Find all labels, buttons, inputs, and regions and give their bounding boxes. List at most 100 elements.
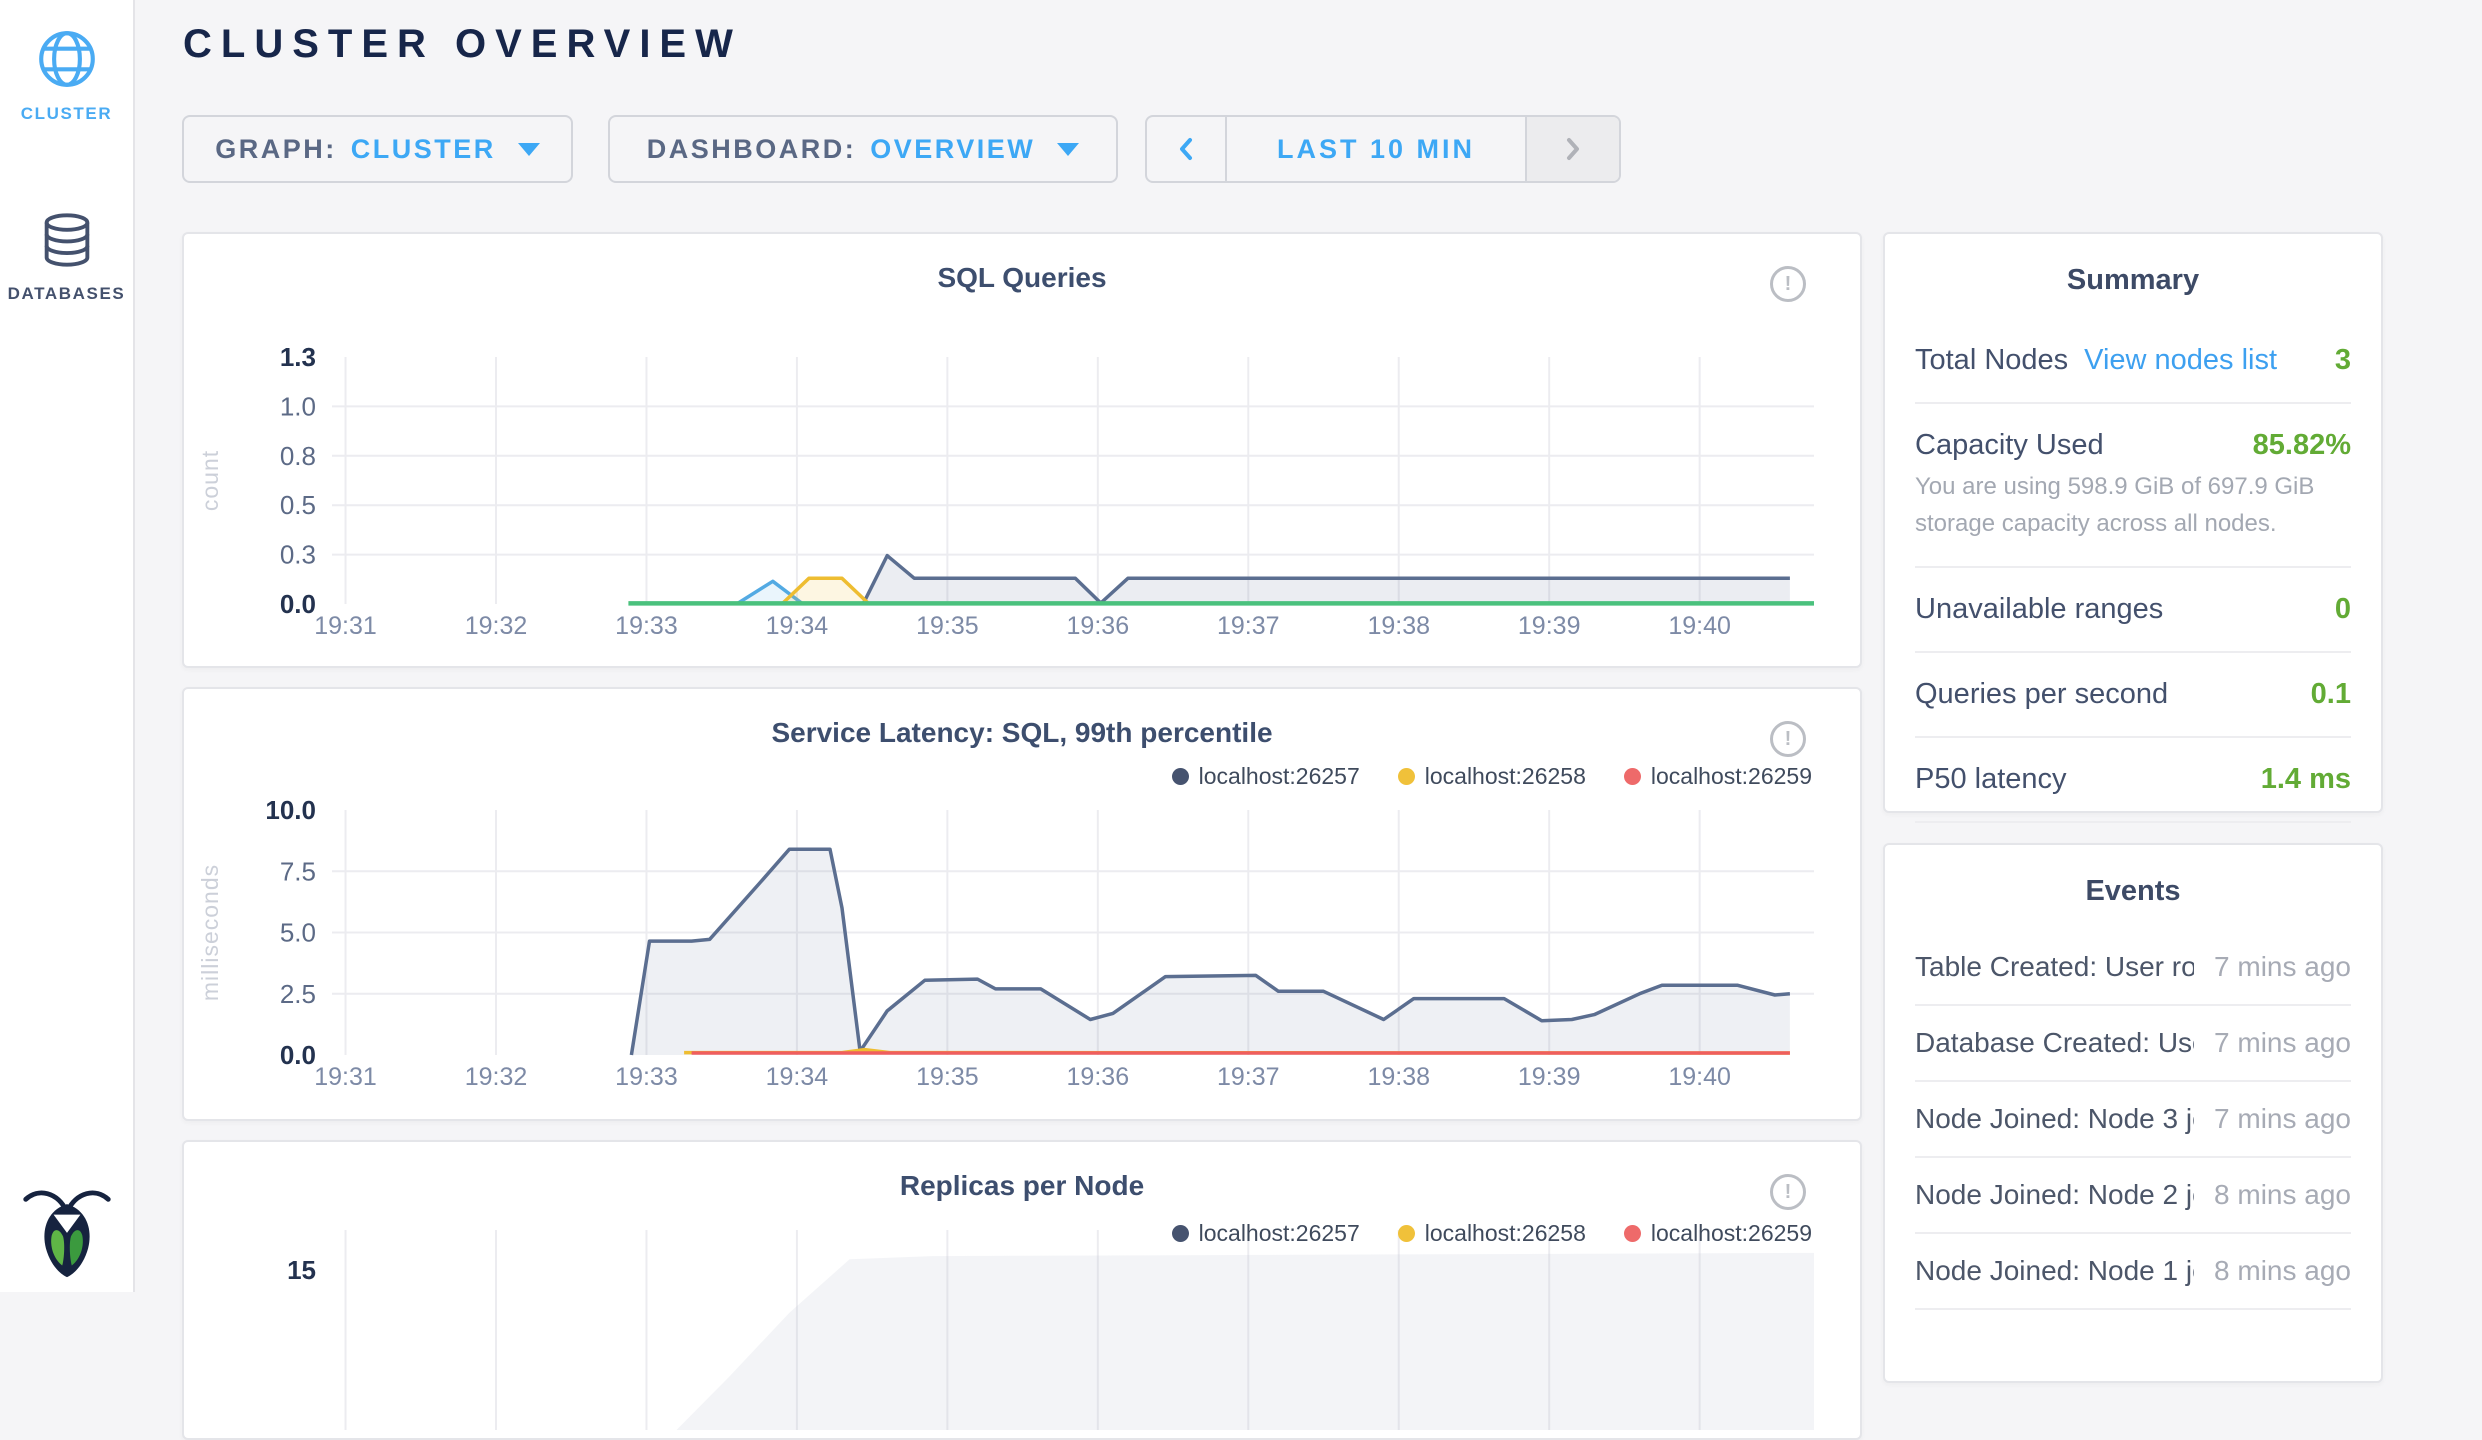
controls-bar: GRAPH: CLUSTER DASHBOARD: OVERVIEW LAST … <box>182 115 1621 183</box>
total-nodes-label: Total Nodes <box>1915 344 2068 377</box>
svg-text:19:33: 19:33 <box>615 612 678 640</box>
summary-row-capacity: Capacity Used 85.82% You are using 598.9… <box>1915 404 2351 568</box>
summary-panel: Summary Total Nodes View nodes list 3 Ca… <box>1883 232 2383 813</box>
graph-dropdown-value: CLUSTER <box>351 134 496 165</box>
unavailable-ranges-value: 0 <box>2335 593 2351 626</box>
event-row: Node Joined: Node 2 joined... 8 mins ago <box>1915 1158 2351 1234</box>
chart-title: Service Latency: SQL, 99th percentile <box>184 717 1860 749</box>
svg-text:1.0: 1.0 <box>280 391 316 421</box>
legend-item[interactable]: localhost:26257 <box>1172 1220 1360 1247</box>
svg-text:19:35: 19:35 <box>916 612 979 640</box>
legend-dot-icon <box>1624 768 1641 785</box>
svg-text:0.8: 0.8 <box>280 441 316 471</box>
view-nodes-list-link[interactable]: View nodes list <box>2084 344 2277 377</box>
svg-text:19:34: 19:34 <box>766 1063 829 1091</box>
time-window-label[interactable]: LAST 10 MIN <box>1227 117 1525 181</box>
event-text: Database Created: User roo... <box>1915 1027 2194 1059</box>
chart-legend: localhost:26257 localhost:26258 localhost:… <box>1172 763 1812 790</box>
chevron-right-icon <box>1563 133 1583 165</box>
event-row: Node Joined: Node 3 joined... 7 mins ago <box>1915 1082 2351 1158</box>
sidebar-item-label: DATABASES <box>8 284 126 304</box>
svg-text:0.0: 0.0 <box>280 1040 316 1070</box>
time-prev-button[interactable] <box>1147 117 1227 181</box>
event-row: Database Created: User roo... 7 mins ago <box>1915 1006 2351 1082</box>
capacity-used-value: 85.82% <box>2253 429 2351 462</box>
svg-text:15: 15 <box>287 1255 316 1285</box>
svg-text:19:39: 19:39 <box>1518 612 1581 640</box>
summary-row-qps: Queries per second 0.1 <box>1915 653 2351 738</box>
chart-title: SQL Queries <box>184 262 1860 294</box>
legend-label: localhost:26259 <box>1651 763 1812 790</box>
svg-text:19:36: 19:36 <box>1067 1063 1130 1091</box>
svg-text:19:36: 19:36 <box>1067 612 1130 640</box>
svg-text:7.5: 7.5 <box>280 856 316 886</box>
event-time: 8 mins ago <box>2214 1179 2351 1211</box>
legend-label: localhost:26258 <box>1425 763 1586 790</box>
total-nodes-value: 3 <box>2335 344 2351 377</box>
svg-text:5.0: 5.0 <box>280 918 316 948</box>
globe-icon <box>34 26 100 92</box>
event-time: 7 mins ago <box>2214 1027 2351 1059</box>
svg-text:2.5: 2.5 <box>280 979 316 1009</box>
legend-dot-icon <box>1398 1225 1415 1242</box>
p50-latency-label: P50 latency <box>1915 763 2067 796</box>
legend-dot-icon <box>1172 768 1189 785</box>
sql-queries-chart[interactable]: 19:3119:3219:3319:3419:3519:3619:3719:38… <box>184 234 1862 668</box>
events-panel: Events Table Created: User root cre... 7… <box>1883 843 2383 1383</box>
chevron-down-icon <box>518 143 540 156</box>
svg-text:milliseconds: milliseconds <box>197 864 223 1001</box>
svg-text:19:38: 19:38 <box>1367 612 1430 640</box>
capacity-used-label: Capacity Used <box>1915 429 2104 462</box>
sidebar-item-label: CLUSTER <box>21 104 112 124</box>
info-icon[interactable]: ! <box>1770 721 1806 757</box>
legend-label: localhost:26259 <box>1651 1220 1812 1247</box>
event-text: Node Joined: Node 2 joined... <box>1915 1179 2194 1211</box>
graph-dropdown-label: GRAPH: <box>215 134 337 165</box>
legend-item[interactable]: localhost:26259 <box>1624 763 1812 790</box>
legend-label: localhost:26257 <box>1199 763 1360 790</box>
chart-legend: localhost:26257 localhost:26258 localhost:… <box>1172 1220 1812 1247</box>
info-icon[interactable]: ! <box>1770 266 1806 302</box>
qps-label: Queries per second <box>1915 678 2168 711</box>
events-title: Events <box>1885 875 2381 908</box>
svg-text:19:38: 19:38 <box>1367 1063 1430 1091</box>
svg-text:19:37: 19:37 <box>1217 612 1280 640</box>
chevron-down-icon <box>1057 143 1079 156</box>
legend-dot-icon <box>1624 1225 1641 1242</box>
service-latency-card: Service Latency: SQL, 99th percentile ! … <box>182 687 1862 1121</box>
legend-dot-icon <box>1172 1225 1189 1242</box>
legend-item[interactable]: localhost:26258 <box>1398 1220 1586 1247</box>
event-row: Table Created: User root cre... 7 mins a… <box>1915 930 2351 1006</box>
event-row: Node Joined: Node 1 joined... 8 mins ago <box>1915 1234 2351 1310</box>
time-next-button[interactable] <box>1525 117 1619 181</box>
legend-item[interactable]: localhost:26257 <box>1172 763 1360 790</box>
svg-text:19:33: 19:33 <box>615 1063 678 1091</box>
legend-label: localhost:26257 <box>1199 1220 1360 1247</box>
event-time: 7 mins ago <box>2214 1103 2351 1135</box>
cockroach-icon <box>19 1183 115 1279</box>
dashboard-dropdown[interactable]: DASHBOARD: OVERVIEW <box>608 115 1118 183</box>
legend-item[interactable]: localhost:26258 <box>1398 763 1586 790</box>
summary-row-p50: P50 latency 1.4 ms <box>1915 738 2351 823</box>
time-window-selector: LAST 10 MIN <box>1145 115 1621 183</box>
chart-title: Replicas per Node <box>184 1170 1860 1202</box>
svg-text:0.0: 0.0 <box>280 589 316 619</box>
sidebar-item-cluster[interactable]: CLUSTER <box>0 0 133 144</box>
sidebar: CLUSTER DATABASES <box>0 0 135 1292</box>
svg-text:10.0: 10.0 <box>265 795 316 825</box>
legend-item[interactable]: localhost:26259 <box>1624 1220 1812 1247</box>
unavailable-ranges-label: Unavailable ranges <box>1915 593 2163 626</box>
graph-dropdown[interactable]: GRAPH: CLUSTER <box>182 115 573 183</box>
event-text: Node Joined: Node 3 joined... <box>1915 1103 2194 1135</box>
database-icon <box>36 210 98 272</box>
summary-row-unavailable-ranges: Unavailable ranges 0 <box>1915 568 2351 653</box>
svg-text:19:35: 19:35 <box>916 1063 979 1091</box>
info-icon[interactable]: ! <box>1770 1174 1806 1210</box>
svg-text:19:37: 19:37 <box>1217 1063 1280 1091</box>
summary-row-total-nodes: Total Nodes View nodes list 3 <box>1915 319 2351 404</box>
service-latency-chart[interactable]: 19:3119:3219:3319:3419:3519:3619:3719:38… <box>184 689 1862 1121</box>
chevron-left-icon <box>1176 133 1196 165</box>
p50-latency-value: 1.4 ms <box>2261 763 2351 796</box>
sidebar-item-databases[interactable]: DATABASES <box>0 184 133 324</box>
legend-label: localhost:26258 <box>1425 1220 1586 1247</box>
